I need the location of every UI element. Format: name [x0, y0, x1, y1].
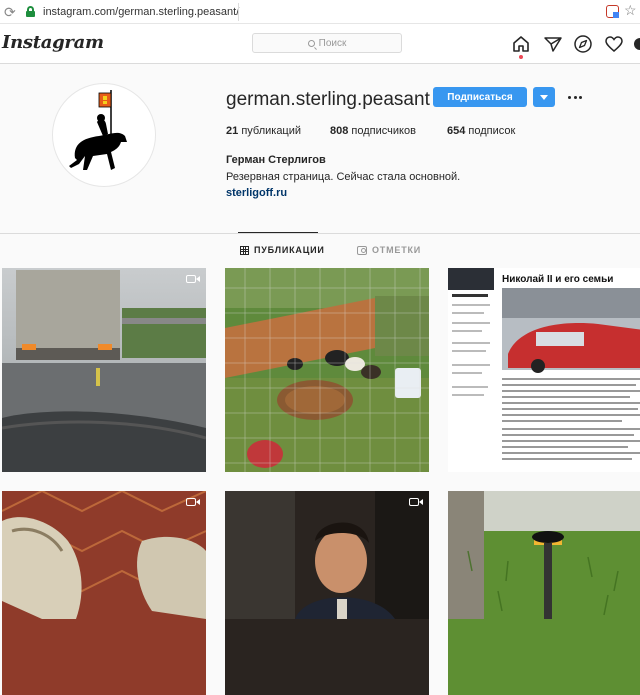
profile-full-name: Герман Стерлигов — [226, 154, 326, 166]
url-field[interactable]: instagram.com/german.sterling.peasant/ — [43, 6, 239, 18]
movie-scene-image — [225, 491, 429, 695]
grid-icon — [240, 245, 249, 255]
heart-icon[interactable] — [604, 34, 624, 54]
profile-website-link[interactable]: sterligoff.ru — [226, 187, 287, 199]
grass-device-image — [448, 491, 640, 695]
post-thumbnail[interactable] — [2, 491, 206, 695]
bookmark-star-icon[interactable]: ☆ — [624, 2, 637, 19]
lock-icon[interactable] — [26, 6, 35, 17]
tag-icon — [357, 245, 367, 255]
divider — [238, 3, 239, 21]
explore-compass-icon[interactable] — [573, 34, 593, 54]
profile-username: german.sterling.peasant — [226, 89, 430, 110]
following-stat[interactable]: 654 подписок — [447, 125, 515, 137]
post-thumbnail[interactable] — [2, 268, 206, 472]
profile-icon[interactable] — [632, 34, 640, 54]
post-thumbnail[interactable]: Николай II и его семьи — [448, 268, 640, 472]
translate-icon[interactable] — [606, 5, 619, 18]
tab-posts[interactable]: ПУБЛИКАЦИИ — [240, 245, 325, 255]
avatar[interactable] — [52, 83, 156, 187]
article-headline: Николай II и его семьи — [502, 274, 614, 285]
post-thumbnail[interactable] — [448, 491, 640, 695]
tab-tagged[interactable]: ОТМЕТКИ — [357, 245, 421, 255]
followers-stat[interactable]: 808 подписчиков — [330, 125, 416, 137]
home-icon[interactable] — [511, 34, 531, 54]
direct-message-icon[interactable] — [543, 34, 563, 54]
more-options-button[interactable] — [565, 87, 585, 107]
post-thumbnail[interactable] — [225, 268, 429, 472]
boots-carpet-image — [2, 491, 206, 695]
browser-address-bar: ⟳ instagram.com/german.sterling.peasant/… — [0, 0, 640, 24]
notification-dot — [519, 55, 523, 59]
post-thumbnail[interactable] — [225, 491, 429, 695]
truck-road-image — [2, 268, 206, 472]
tabs-divider — [0, 233, 640, 234]
reload-icon[interactable]: ⟳ — [4, 5, 18, 19]
search-input[interactable]: Поиск — [252, 33, 402, 53]
video-icon — [186, 274, 200, 284]
video-icon — [409, 497, 423, 507]
video-icon — [186, 497, 200, 507]
profile-bio: Резервная страница. Сейчас стала основно… — [226, 171, 461, 183]
search-icon — [307, 39, 315, 47]
suggestions-dropdown-button[interactable] — [533, 87, 555, 107]
horseman-logo-icon — [69, 90, 127, 170]
follow-button[interactable]: Подписаться — [433, 87, 527, 107]
caret-down-icon — [540, 94, 548, 100]
chicks-cage-image — [225, 268, 429, 472]
posts-stat: 21 публикаций — [226, 125, 302, 137]
active-tab-indicator — [238, 232, 318, 233]
search-placeholder: Поиск — [318, 37, 347, 49]
news-article-image — [448, 268, 640, 472]
instagram-logo[interactable]: Instagram — [2, 32, 104, 53]
